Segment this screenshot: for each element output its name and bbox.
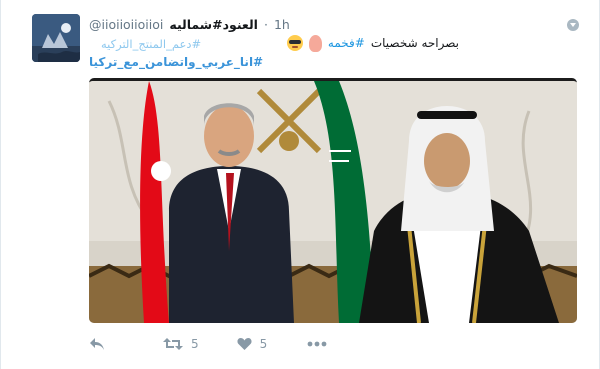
more-icon — [307, 341, 327, 347]
retweet-count: 5 — [191, 337, 199, 351]
more-button[interactable] — [307, 341, 327, 347]
like-count: 5 — [259, 337, 268, 351]
tweet-text-plain: بصراحه شخصيات — [370, 36, 459, 50]
tweet-actions: 5 5 — [89, 334, 327, 354]
reply-icon — [90, 338, 104, 350]
display-name[interactable]: العنود#شماليه — [169, 17, 258, 32]
photo-image — [89, 81, 577, 323]
separator-dot: · — [263, 16, 268, 32]
avatar-image — [32, 14, 80, 62]
hashtag-solidarity-turkey[interactable]: #انا_عربي_واتضامن_مع_تركيا — [89, 55, 263, 69]
retweet-icon — [163, 338, 183, 350]
chevron-down-icon[interactable] — [567, 19, 579, 31]
tweet-header: @iioiioiioiioi العنود#شماليه · 1h — [89, 14, 290, 34]
hashtag-support-turkish-products[interactable]: #دعم_المنتج_التركيه — [101, 37, 201, 51]
heart-icon — [237, 338, 252, 350]
like-button[interactable]: 5 — [237, 337, 268, 351]
tweet-photo[interactable] — [89, 78, 577, 323]
user-handle[interactable]: @iioiioiioiioi — [89, 17, 163, 32]
reply-button[interactable] — [89, 337, 105, 351]
tweet-card[interactable]: @iioiioiioiioi العنود#شماليه · 1h بصراحه… — [0, 0, 600, 369]
retweet-button[interactable]: 5 — [163, 337, 199, 351]
sunglasses-emoji-icon — [286, 35, 303, 51]
avatar[interactable] — [32, 14, 80, 62]
timestamp[interactable]: 1h — [274, 17, 290, 32]
hashtag-fakhma[interactable]: #فخمه — [328, 36, 365, 50]
thumbs-down-emoji-icon — [308, 34, 322, 52]
tweet-text: بصراحه شخصيات #فخمه — [286, 33, 459, 53]
